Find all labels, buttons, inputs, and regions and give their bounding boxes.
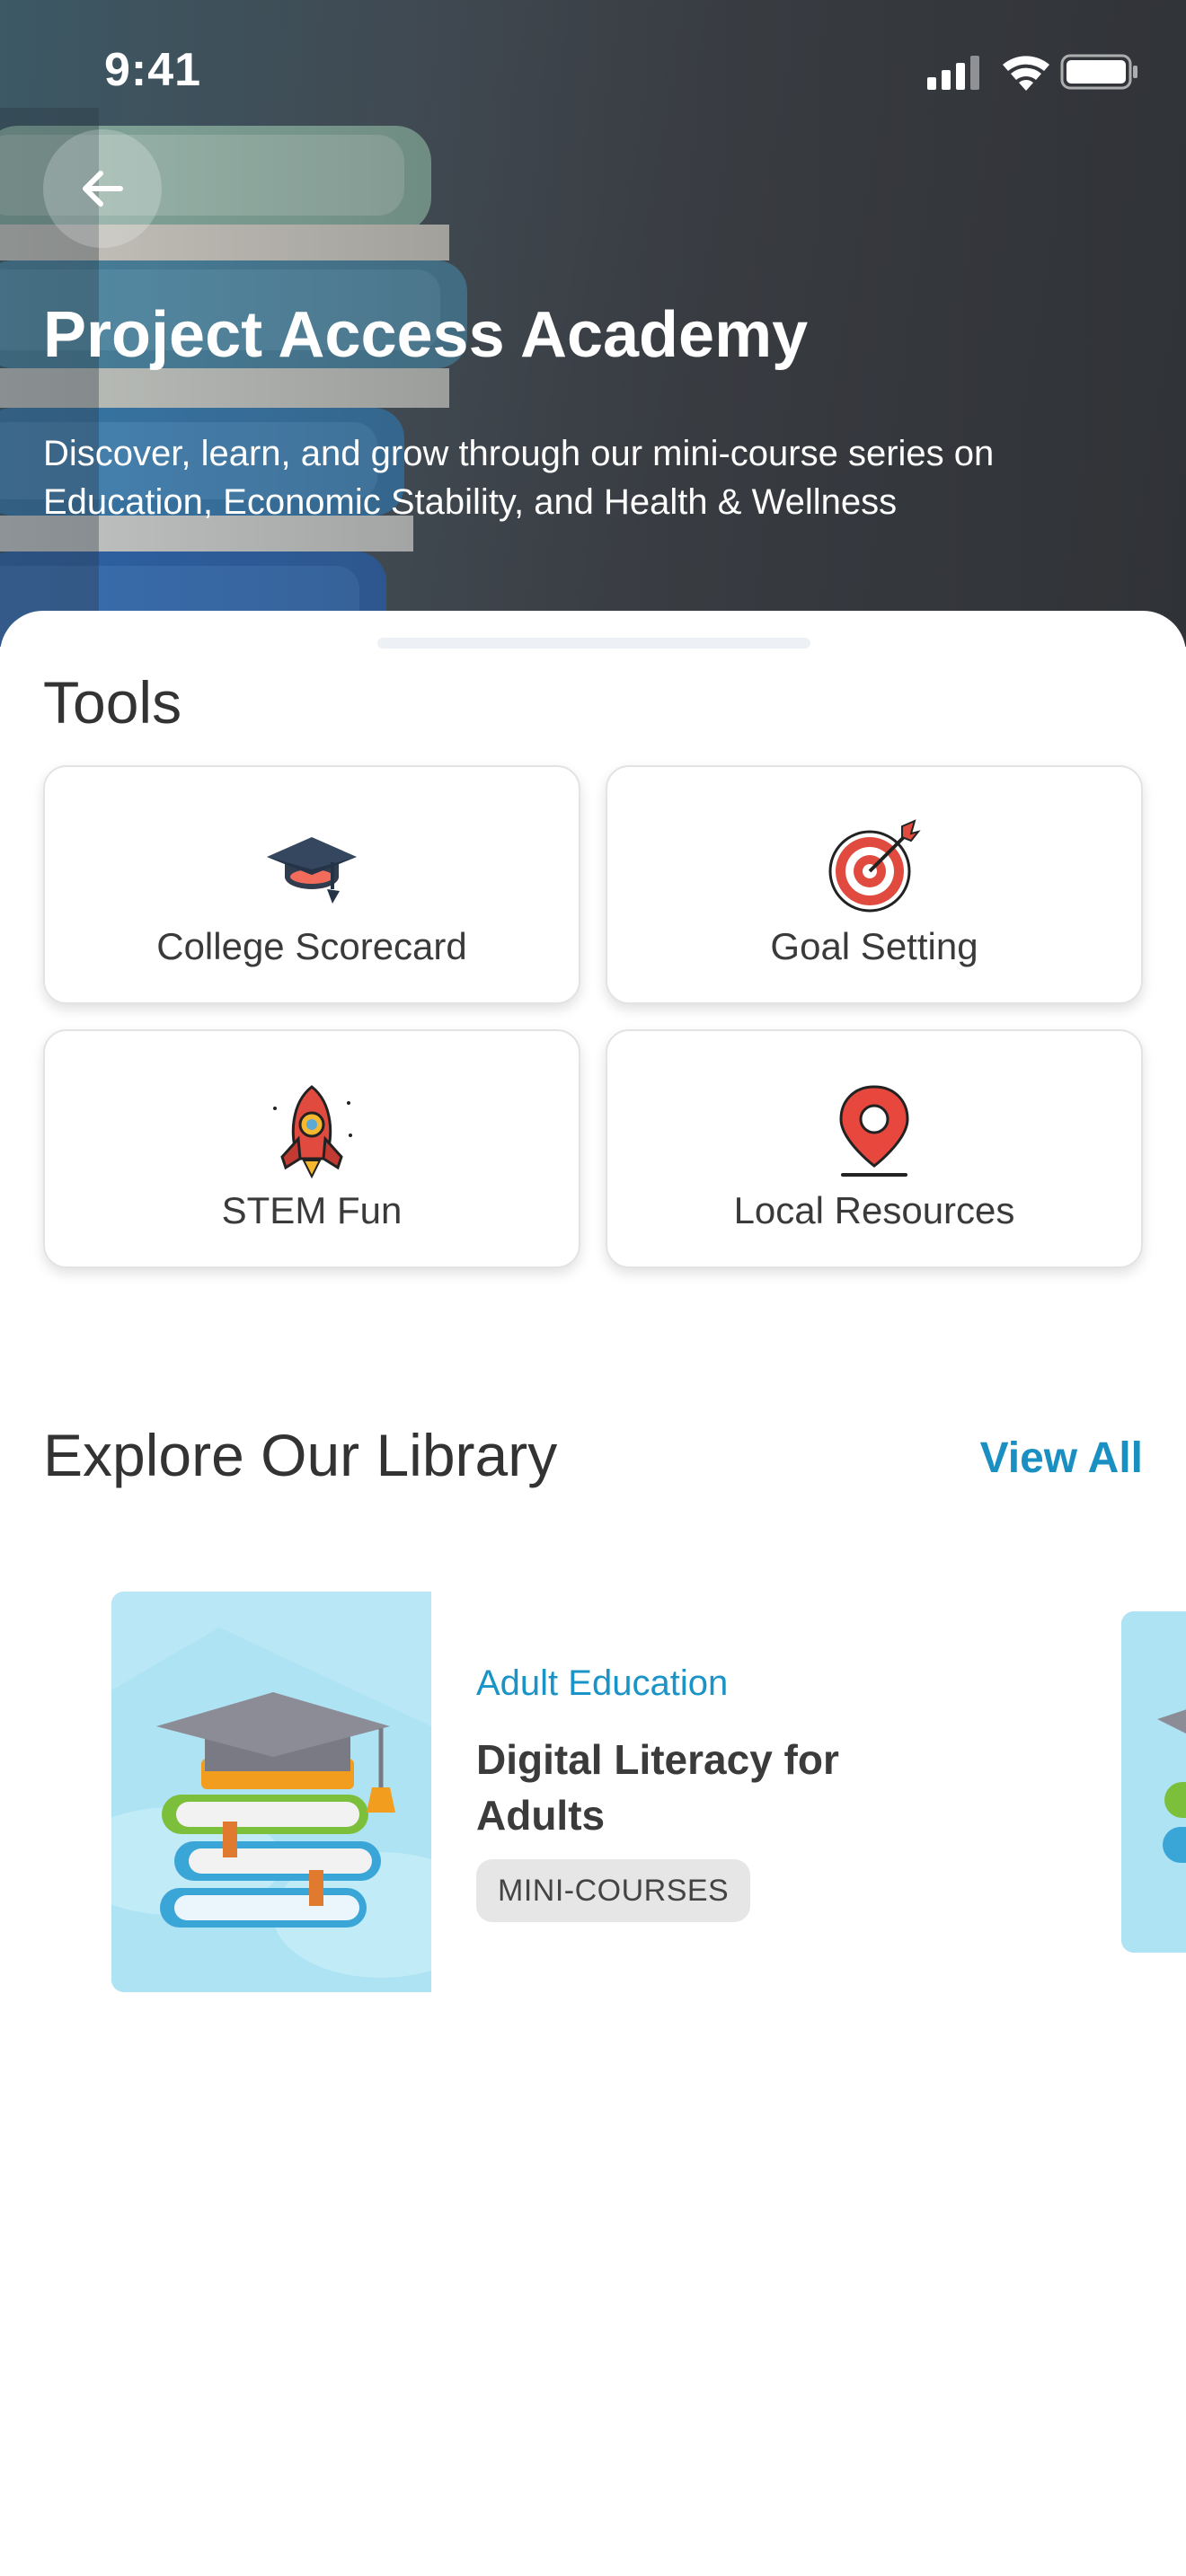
next-course-card-preview[interactable]	[1121, 1611, 1186, 1953]
hero-banner: 9:41 Project Access Academy Discover, le…	[0, 0, 1186, 647]
content-sheet: Tools College Scorecard Goal Setting STE…	[0, 611, 1186, 2576]
tool-card-goal-setting[interactable]: Goal Setting	[606, 765, 1143, 1004]
wifi-icon	[1003, 56, 1049, 91]
tool-card-local-resources[interactable]: Local Resources	[606, 1029, 1143, 1268]
course-card[interactable]: Adult Education Digital Literacy for Adu…	[111, 1592, 1010, 1992]
status-time: 9:41	[104, 44, 202, 96]
tool-card-college-scorecard[interactable]: College Scorecard	[43, 765, 580, 1004]
tool-label: Local Resources	[733, 1189, 1015, 1231]
view-all-link[interactable]: View All	[980, 1434, 1143, 1483]
course-tag-badge: MINI-COURSES	[476, 1859, 751, 1922]
map-pin-icon	[839, 1085, 909, 1177]
sheet-drag-handle[interactable]	[377, 638, 810, 648]
graduation-cap-icon	[267, 837, 357, 904]
course-title: Digital Literacy for Adults	[476, 1736, 839, 1839]
tool-label: STEM Fun	[221, 1189, 403, 1231]
rocket-icon	[273, 1085, 352, 1179]
tool-label: Goal Setting	[770, 925, 978, 967]
course-category: Adult Education	[476, 1663, 729, 1703]
graduation-books-icon	[111, 1592, 431, 1992]
tool-label: College Scorecard	[156, 925, 467, 967]
tools-section-title: Tools	[43, 669, 182, 736]
page-description: Discover, learn, and grow through our mi…	[43, 434, 995, 522]
graduation-books-icon	[1121, 1611, 1186, 1953]
library-section-title: Explore Our Library	[43, 1422, 558, 1488]
cellular-signal-icon	[927, 56, 979, 90]
battery-icon	[1060, 54, 1137, 90]
arrow-left-icon	[83, 171, 123, 207]
back-button[interactable]	[43, 129, 162, 248]
tool-card-stem-fun[interactable]: STEM Fun	[43, 1029, 580, 1268]
status-bar: 9:41	[0, 0, 1186, 135]
page-title: Project Access Academy	[43, 299, 809, 371]
course-thumbnail	[111, 1592, 431, 1992]
status-icons	[927, 52, 1139, 92]
target-arrow-icon	[828, 819, 921, 913]
